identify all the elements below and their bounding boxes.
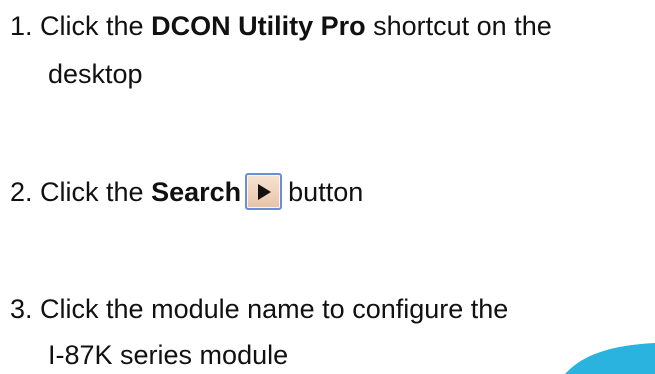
step-2-button-name: Search <box>151 176 242 207</box>
step-2-number: 2. <box>10 176 33 207</box>
step-2-line: 2. Click the Search button <box>10 173 363 210</box>
step-3-line: 3. Click the module name to configure th… <box>10 291 508 327</box>
step-2-text-after: button <box>288 176 364 207</box>
step-3-number: 3. <box>10 294 33 324</box>
step-1-number: 1. <box>10 11 33 41</box>
step-2-text-before: Click the <box>40 176 144 207</box>
cyan-arc-decoration <box>565 343 655 374</box>
corner-decoration <box>565 342 655 374</box>
step-1-text-after: shortcut on the <box>373 11 552 41</box>
step-1-line: 1. Click the DCON Utility Pro shortcut o… <box>10 8 552 44</box>
search-button[interactable] <box>245 173 283 210</box>
step-1-continuation: desktop <box>48 59 143 89</box>
step-1-text-before: Click the <box>40 11 144 41</box>
step-3-continuation: I-87K series module <box>48 340 289 370</box>
step-3-text: Click the module name to configure the <box>40 294 509 324</box>
step-1-app-name: DCON Utility Pro <box>151 11 366 41</box>
play-triangle-icon <box>257 183 271 200</box>
